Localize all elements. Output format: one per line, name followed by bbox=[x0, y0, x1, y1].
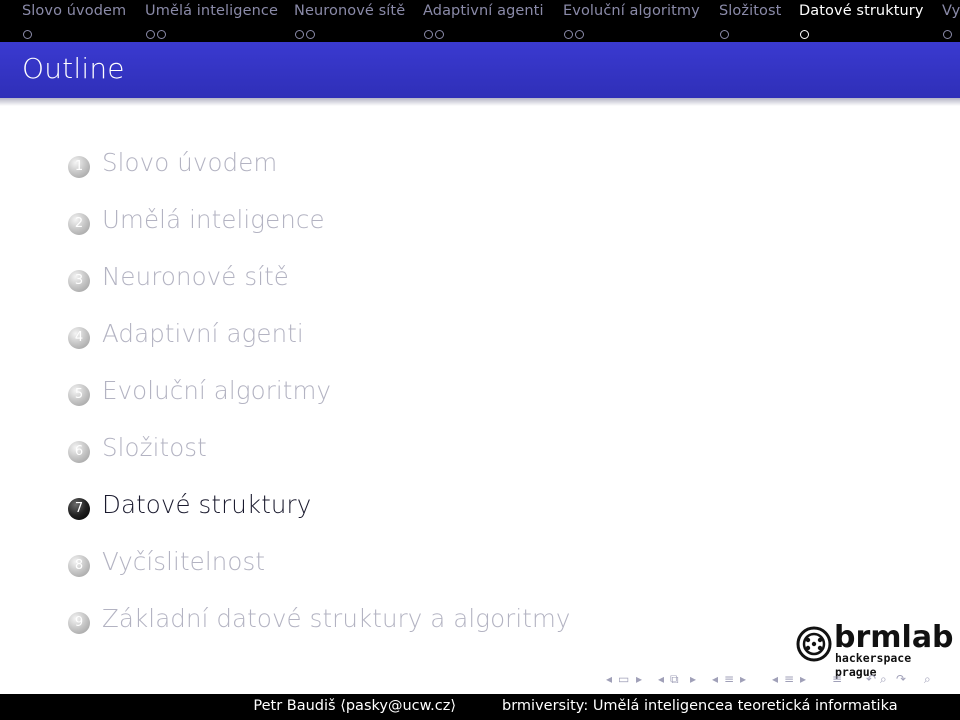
nav-subsection-dots bbox=[295, 24, 317, 39]
nav-prev-document-icon[interactable]: ◂ bbox=[772, 672, 778, 686]
nav-section-label: Neuronové sítě bbox=[294, 3, 406, 19]
nav-subsection-icon[interactable]: ⧉ bbox=[670, 672, 679, 687]
footer-author: Petr Baudiš ⟨pasky@ucw.cz⟩ bbox=[253, 698, 456, 714]
nav-find-icon[interactable]: ⌕ bbox=[924, 672, 931, 687]
subsection-dot[interactable] bbox=[575, 30, 584, 39]
nav-section-label: Slovo úvodem bbox=[22, 3, 127, 19]
nav-subsection-dots bbox=[146, 24, 168, 39]
subsection-dot[interactable] bbox=[564, 30, 573, 39]
item-number-ball: 7 bbox=[68, 498, 90, 520]
brmlab-logo: brmlab hackerspace prague bbox=[796, 620, 956, 679]
nav-undo-icon[interactable]: ↶ bbox=[866, 672, 876, 686]
subsection-dot[interactable] bbox=[435, 30, 444, 39]
subsection-dot[interactable] bbox=[424, 30, 433, 39]
nav-redo-icon[interactable]: ↷ bbox=[896, 672, 906, 686]
nav-next-subsection-icon[interactable]: ▸ bbox=[690, 672, 696, 686]
outline-item-label: Složitost bbox=[102, 433, 207, 462]
nav-section-label: Složitost bbox=[719, 3, 782, 19]
item-number-ball: 3 bbox=[68, 270, 90, 292]
subsection-dot[interactable] bbox=[800, 30, 809, 39]
nav-subsection-dots bbox=[943, 24, 954, 39]
nav-section-label: Umělá inteligence bbox=[145, 3, 278, 19]
outline-item-label: Adaptivní agenti bbox=[102, 319, 304, 348]
outline-item-label: Vyčíslitelnost bbox=[102, 547, 266, 576]
nav-prev-section-icon[interactable]: ◂ bbox=[712, 672, 718, 686]
nav-appendix-icon[interactable]: ≡ bbox=[832, 672, 842, 686]
nav-prev-subsection-icon[interactable]: ◂ bbox=[658, 672, 664, 686]
nav-subsection-dots bbox=[564, 24, 586, 39]
outline-item-label: Neuronové sítě bbox=[102, 262, 289, 291]
subsection-dot[interactable] bbox=[23, 30, 32, 39]
subsection-dot[interactable] bbox=[157, 30, 166, 39]
outline-item-label: Umělá inteligence bbox=[102, 205, 325, 234]
nav-subsection-dots bbox=[23, 24, 34, 39]
frame-title-band bbox=[0, 42, 960, 98]
nav-section-label: Adaptivní agenti bbox=[423, 3, 544, 19]
outline-item-label: Datové struktury bbox=[102, 490, 312, 519]
outline-item-label: Základní datové struktury a algoritmy bbox=[102, 604, 571, 633]
section-navigation-bar: Slovo úvodem Umělá inteligence Neuronové… bbox=[0, 0, 960, 42]
footer-title: brmiversity: Umělá inteligencea teoretic… bbox=[502, 698, 898, 714]
subsection-dot[interactable] bbox=[295, 30, 304, 39]
item-number-ball: 2 bbox=[68, 213, 90, 235]
item-number-ball: 4 bbox=[68, 327, 90, 349]
item-number-ball: 6 bbox=[68, 441, 90, 463]
nav-section-label: Evoluční algoritmy bbox=[563, 3, 700, 19]
frame-title: Outline bbox=[22, 52, 125, 85]
brmlab-emblem-icon bbox=[796, 626, 832, 662]
nav-subsection-dots bbox=[424, 24, 446, 39]
item-number-ball: 5 bbox=[68, 384, 90, 406]
nav-search-icon[interactable]: ⌕ bbox=[880, 672, 887, 687]
footer-title-panel: brmiversity: Umělá inteligencea teoretic… bbox=[480, 694, 960, 720]
nav-section-label: Vy bbox=[942, 3, 960, 19]
footer-author-panel: Petr Baudiš ⟨pasky@ucw.cz⟩ bbox=[0, 694, 480, 720]
subsection-dot[interactable] bbox=[306, 30, 315, 39]
item-number-ball: 9 bbox=[68, 612, 90, 634]
nav-section-icon[interactable]: ≡ bbox=[724, 672, 734, 686]
nav-subsection-dots bbox=[720, 24, 731, 39]
logo-wordmark: brmlab bbox=[834, 620, 954, 655]
title-band-shadow bbox=[0, 98, 960, 106]
outline-item-label: Slovo úvodem bbox=[102, 148, 278, 177]
item-number-ball: 1 bbox=[68, 156, 90, 178]
nav-next-document-icon[interactable]: ▸ bbox=[800, 672, 806, 686]
outline-item-label: Evoluční algoritmy bbox=[102, 376, 332, 405]
nav-frame-icon[interactable]: ▭ bbox=[618, 672, 629, 686]
nav-next-frame-icon[interactable]: ▸ bbox=[636, 672, 642, 686]
subsection-dot[interactable] bbox=[720, 30, 729, 39]
nav-document-icon[interactable]: ≡ bbox=[784, 672, 794, 686]
subsection-dot[interactable] bbox=[146, 30, 155, 39]
subsection-dot[interactable] bbox=[943, 30, 952, 39]
nav-next-section-icon[interactable]: ▸ bbox=[740, 672, 746, 686]
nav-section-label: Datové struktury bbox=[799, 3, 924, 19]
nav-subsection-dots bbox=[800, 24, 811, 39]
nav-prev-frame-icon[interactable]: ◂ bbox=[606, 672, 612, 686]
item-number-ball: 8 bbox=[68, 555, 90, 577]
